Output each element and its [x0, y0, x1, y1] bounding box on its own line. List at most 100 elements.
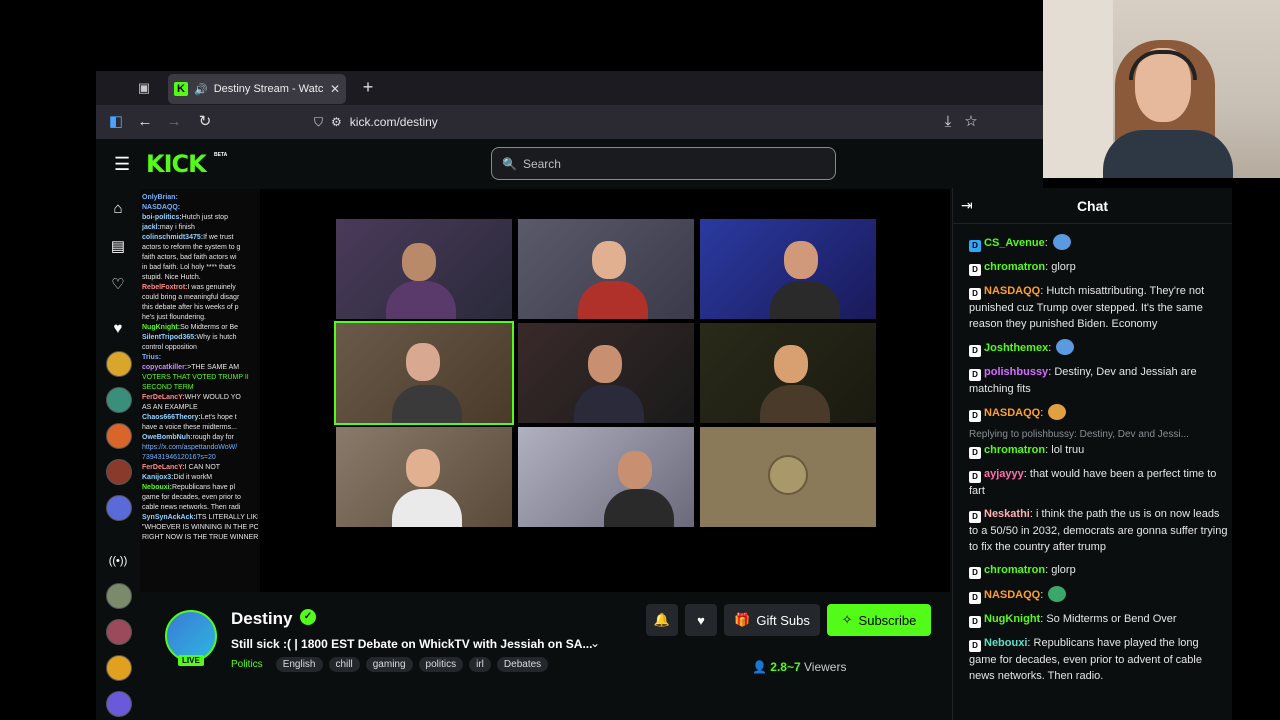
- favorites-icon[interactable]: ♥: [108, 319, 128, 339]
- video-player[interactable]: OnlyBrian: NASDAQQ: boi-politics:Hutch jus…: [140, 189, 950, 592]
- chat-username[interactable]: CS_Avenue: [984, 237, 1045, 249]
- overlay-chat-text: he's just floundering.: [142, 314, 206, 321]
- stream-tag[interactable]: gaming: [365, 657, 413, 672]
- chevron-down-icon[interactable]: ⌄: [590, 636, 600, 650]
- chat-message[interactable]: Dpolishbussy: Destiny, Dev and Jessiah a…: [969, 364, 1229, 397]
- chat-username[interactable]: NugKnight: [984, 613, 1040, 625]
- shield-icon[interactable]: ⛉: [314, 115, 323, 130]
- followed-channel-avatar[interactable]: [106, 495, 132, 521]
- overlay-chat-user: OweBombNuh:: [142, 434, 193, 441]
- category-tag[interactable]: Politics: [231, 657, 270, 672]
- chat-message[interactable]: D NugKnight: So Midterms or Bend Over: [969, 611, 1229, 628]
- stream-tag[interactable]: Debates: [496, 657, 549, 672]
- chat-username[interactable]: chromatron: [984, 564, 1045, 576]
- stream-tag[interactable]: politics: [418, 657, 464, 672]
- recommended-channel-avatar[interactable]: [106, 655, 132, 681]
- sidebar-toggle-icon[interactable]: ◧: [106, 112, 126, 132]
- overlay-chat-line: could bring a meaningful disagr: [142, 293, 258, 303]
- overlay-chat-text: have a voice these midterms...: [142, 424, 237, 431]
- followed-channel-avatar[interactable]: [106, 423, 132, 449]
- debate-video-grid: [334, 219, 876, 529]
- chat-username[interactable]: NASDAQQ: [984, 589, 1040, 601]
- chat-username[interactable]: chromatron: [984, 444, 1045, 456]
- home-icon[interactable]: ⌂: [108, 199, 128, 219]
- site-permissions-icon[interactable]: ⚙: [331, 115, 342, 129]
- chat-username[interactable]: Nebouxi: [984, 637, 1027, 649]
- kick-favicon-icon: K: [174, 82, 188, 96]
- recommended-channel-avatar[interactable]: [106, 583, 132, 609]
- followed-channel-avatar[interactable]: [106, 351, 132, 377]
- notification-bell-button[interactable]: 🔔: [646, 604, 678, 636]
- overlay-chat-line: in bad faith. Lol holy **** that's: [142, 263, 258, 273]
- chat-message[interactable]: D Nebouxi: Republicans have played the lo…: [969, 635, 1229, 684]
- browse-icon[interactable]: ▤: [108, 237, 128, 257]
- reply-context[interactable]: Replying to polishbussy: Destiny, Dev an…: [969, 429, 1229, 440]
- live-channels-icon[interactable]: ((•)): [108, 551, 128, 571]
- chat-username[interactable]: ayjayyy: [984, 468, 1024, 480]
- chat-message[interactable]: Dchromatron: lol truu: [969, 442, 1229, 459]
- participant-video: [700, 219, 876, 319]
- chat-title: Chat: [1076, 198, 1109, 214]
- speaker-icon[interactable]: 🔊: [194, 83, 208, 96]
- overlay-chat-user: FerDeLancY:: [142, 464, 185, 471]
- recommended-channel-avatar[interactable]: [106, 619, 132, 645]
- address-bar[interactable]: ⛉ ⚙ kick.com/destiny: [306, 109, 786, 135]
- url-text[interactable]: kick.com/destiny: [350, 115, 438, 129]
- chat-message[interactable]: D NASDAQQ:: [969, 586, 1229, 604]
- new-tab-icon[interactable]: +: [358, 77, 378, 97]
- stream-tag[interactable]: English: [275, 657, 323, 672]
- participant-video-active: [334, 321, 514, 425]
- browser-window: ▣ K 🔊 Destiny Stream - Watch Live ✕ + ◧ …: [96, 71, 1043, 720]
- subscriber-badge-icon: D: [969, 264, 981, 276]
- chat-message[interactable]: Dchromatron: glorp: [969, 259, 1229, 276]
- chat-username[interactable]: chromatron: [984, 261, 1045, 273]
- participant-video: [518, 427, 694, 527]
- reload-icon[interactable]: ↻: [195, 112, 215, 132]
- subscriber-badge-icon: D: [969, 288, 981, 300]
- channel-name[interactable]: Destiny: [231, 609, 292, 629]
- chat-message[interactable]: D NASDAQQ: Hutch misattributing. They're …: [969, 283, 1229, 332]
- following-icon[interactable]: ♡: [108, 275, 128, 295]
- overlay-chat-text: cable news networks. Then radi: [142, 504, 241, 511]
- chat-message[interactable]: D Neskathi: i think the path the us is on…: [969, 506, 1229, 555]
- overlay-chat-line: OnlyBrian:: [142, 193, 258, 203]
- followed-channel-avatar[interactable]: [106, 459, 132, 485]
- chat-message[interactable]: Dayjayyy: that would have been a perfect…: [969, 466, 1229, 499]
- chat-message[interactable]: D NASDAQQ:: [969, 404, 1229, 422]
- subscribe-button[interactable]: ✧ Subscribe: [827, 604, 931, 636]
- stream-tag[interactable]: irl: [469, 657, 491, 672]
- kick-logo[interactable]: KICK: [146, 150, 207, 178]
- chat-text: glorp: [1051, 564, 1076, 576]
- overlay-chat-user: jackl:: [142, 224, 160, 231]
- bookmark-star-icon[interactable]: ☆: [961, 112, 981, 132]
- chat-username[interactable]: NASDAQQ: [984, 407, 1040, 419]
- chat-message[interactable]: D CS_Avenue:: [969, 234, 1229, 252]
- download-icon[interactable]: ⤓: [938, 112, 958, 132]
- chat-username[interactable]: Neskathi: [984, 508, 1030, 520]
- chat-message[interactable]: D Joshthemex:: [969, 339, 1229, 357]
- stream-tag[interactable]: chill: [328, 657, 360, 672]
- kick-page: ☰ KICK BETA 🔍 Search ⌂ ▤ ♡ ♥ ((•)) OnlyB…: [96, 139, 1043, 720]
- gift-subs-button[interactable]: 🎁 Gift Subs: [724, 604, 820, 636]
- chat-username[interactable]: NASDAQQ: [984, 285, 1040, 297]
- chat-username[interactable]: polishbussy: [984, 366, 1048, 378]
- follow-button[interactable]: ♥: [685, 604, 717, 636]
- search-input[interactable]: 🔍 Search: [491, 147, 836, 180]
- overlay-chat-text: Did it workM: [173, 474, 213, 481]
- back-icon[interactable]: ←: [135, 112, 155, 132]
- tab-overview-icon[interactable]: ▣: [136, 80, 152, 96]
- menu-icon[interactable]: ☰: [114, 154, 130, 175]
- followed-channel-avatar[interactable]: [106, 387, 132, 413]
- overlay-chat-line: SECOND TERM: [142, 383, 258, 393]
- chat-username[interactable]: Joshthemex: [984, 342, 1048, 354]
- chat-text: glorp: [1051, 261, 1076, 273]
- browser-tab[interactable]: K 🔊 Destiny Stream - Watch Live ✕: [168, 74, 346, 104]
- subscriber-badge-icon: D: [969, 410, 981, 422]
- close-tab-icon[interactable]: ✕: [330, 82, 340, 96]
- chat-message[interactable]: Dchromatron: glorp: [969, 562, 1229, 579]
- overlay-chat-text: VOTERS THAT VOTED TRUMP II: [142, 374, 249, 381]
- forward-icon[interactable]: →: [164, 112, 184, 132]
- overlay-chat-text: control opposition: [142, 344, 197, 351]
- overlay-chat-text: ITS LITERALLY LIKE: [195, 514, 258, 521]
- recommended-channel-avatar[interactable]: [106, 691, 132, 717]
